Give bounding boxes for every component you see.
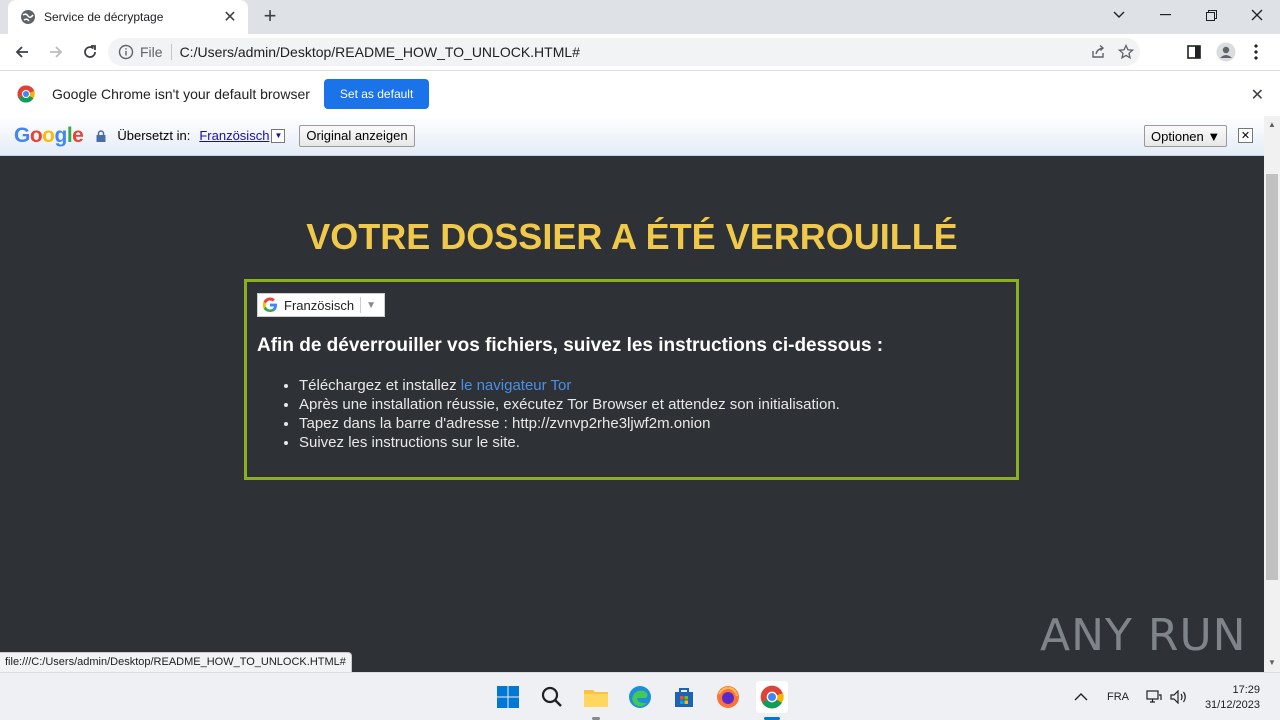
infobar-message: Google Chrome isn't your default browser	[52, 85, 310, 102]
scroll-up-icon[interactable]: ▲	[1268, 120, 1276, 129]
clock-time: 17:29	[1232, 684, 1260, 696]
side-panel-icon[interactable]	[1180, 38, 1208, 66]
tab-strip: Service de décryptage ✕ +	[0, 0, 1280, 34]
instructions-heading: Afin de déverrouiller vos fichiers, suiv…	[257, 335, 884, 356]
language-select[interactable]: Französisch ▼	[257, 293, 385, 317]
share-icon[interactable]	[1084, 38, 1112, 66]
restore-button[interactable]	[1188, 0, 1234, 30]
options-button[interactable]: Optionen ▼	[1144, 125, 1228, 147]
select-divider	[360, 297, 362, 313]
minimize-button[interactable]	[1142, 0, 1188, 30]
firefox-icon[interactable]	[712, 681, 744, 713]
show-original-button[interactable]: Original anzeigen	[299, 124, 415, 147]
network-icon[interactable]	[1146, 673, 1162, 720]
default-browser-infobar: Google Chrome isn't your default browser…	[0, 70, 1280, 116]
bookmark-star-icon[interactable]	[1112, 38, 1140, 66]
start-menu-icon[interactable]	[492, 681, 524, 713]
search-icon[interactable]	[536, 681, 568, 713]
status-bubble: file:///C:/Users/admin/Desktop/README_HO…	[0, 652, 352, 672]
profile-avatar-icon[interactable]	[1212, 38, 1240, 66]
step-text: Tapez dans la barre d'adresse : http://z…	[299, 415, 711, 432]
system-clock[interactable]: 17:29 31/12/2023	[1205, 683, 1260, 713]
volume-icon[interactable]	[1170, 673, 1188, 720]
watermark-text: ANY RUN	[1040, 610, 1247, 661]
address-bar[interactable]: File C:/Users/admin/Desktop/README_HOW_T…	[108, 38, 1140, 66]
menu-kebab-icon[interactable]	[1242, 38, 1270, 66]
list-item: Tapez dans la barre d'adresse : http://z…	[299, 414, 840, 433]
page-scrollbar[interactable]: ▲ ▼	[1264, 116, 1280, 672]
file-explorer-icon[interactable]	[580, 681, 612, 713]
browser-toolbar: File C:/Users/admin/Desktop/README_HOW_T…	[0, 34, 1280, 70]
browser-tab[interactable]: Service de décryptage ✕	[8, 0, 248, 34]
anyrun-watermark: ANY RUN	[1040, 610, 1247, 661]
url-text[interactable]: C:/Users/admin/Desktop/README_HOW_TO_UNL…	[180, 44, 1084, 60]
close-window-button[interactable]	[1234, 0, 1280, 30]
new-tab-button[interactable]: +	[258, 5, 282, 28]
page-content: VOTRE DOSSIER A ÉTÉ VERROUILLÉ Französis…	[0, 156, 1264, 672]
windows-taskbar: FRA 17:29 31/12/2023	[0, 672, 1280, 720]
list-item: Téléchargez et installez le navigateur T…	[299, 376, 840, 395]
store-icon[interactable]	[668, 681, 700, 713]
instructions-panel: Französisch ▼ Afin de déverrouiller vos …	[244, 279, 1019, 480]
set-default-button[interactable]: Set as default	[323, 78, 430, 109]
language-select-value: Französisch	[284, 297, 355, 313]
tor-browser-link[interactable]: le navigateur Tor	[461, 377, 572, 394]
step-text: Téléchargez et installez	[299, 377, 461, 394]
list-item: Suivez les instructions sur le site.	[299, 433, 840, 452]
forward-icon[interactable]	[42, 38, 70, 66]
select-arrow-icon: ▼	[366, 299, 376, 311]
input-language-indicator[interactable]: FRA	[1107, 673, 1129, 720]
google-translate-bar: Google Übersetzt in: Französisch ▼ Origi…	[0, 116, 1264, 156]
instructions-list: Téléchargez et installez le navigateur T…	[299, 376, 840, 452]
step-text: Suivez les instructions sur le site.	[299, 434, 520, 451]
translated-to-label: Übersetzt in:	[117, 128, 191, 143]
page-headline: VOTRE DOSSIER A ÉTÉ VERROUILLÉ	[306, 216, 958, 257]
info-icon[interactable]	[118, 44, 134, 60]
infobar-close-icon[interactable]: ✕	[1251, 85, 1264, 105]
chrome-logo-icon	[17, 84, 35, 103]
translate-close-icon[interactable]: ✕	[1238, 128, 1253, 143]
list-item: Après une installation réussie, exécutez…	[299, 395, 840, 414]
target-language-link[interactable]: Französisch	[199, 128, 269, 143]
language-dropdown-icon[interactable]: ▼	[271, 128, 286, 143]
clock-date: 31/12/2023	[1204, 699, 1260, 711]
globe-icon	[21, 10, 35, 24]
chrome-taskbar-icon[interactable]	[756, 681, 788, 713]
tab-close-icon[interactable]: ✕	[222, 9, 238, 26]
scroll-down-icon[interactable]: ▼	[1268, 658, 1276, 667]
scheme-label: File	[140, 44, 163, 60]
reload-icon[interactable]	[76, 38, 104, 66]
scroll-thumb[interactable]	[1266, 174, 1278, 580]
lock-icon	[96, 129, 106, 142]
google-logo: Google	[14, 123, 84, 147]
tab-search-icon[interactable]	[1096, 0, 1142, 30]
google-g-icon	[262, 297, 277, 312]
tab-title: Service de décryptage	[44, 10, 164, 24]
omnibox-divider	[170, 44, 172, 60]
step-text: Après une installation réussie, exécutez…	[299, 396, 840, 413]
edge-icon[interactable]	[624, 681, 656, 713]
show-hidden-icons-icon[interactable]	[1074, 673, 1088, 720]
back-icon[interactable]	[8, 38, 36, 66]
